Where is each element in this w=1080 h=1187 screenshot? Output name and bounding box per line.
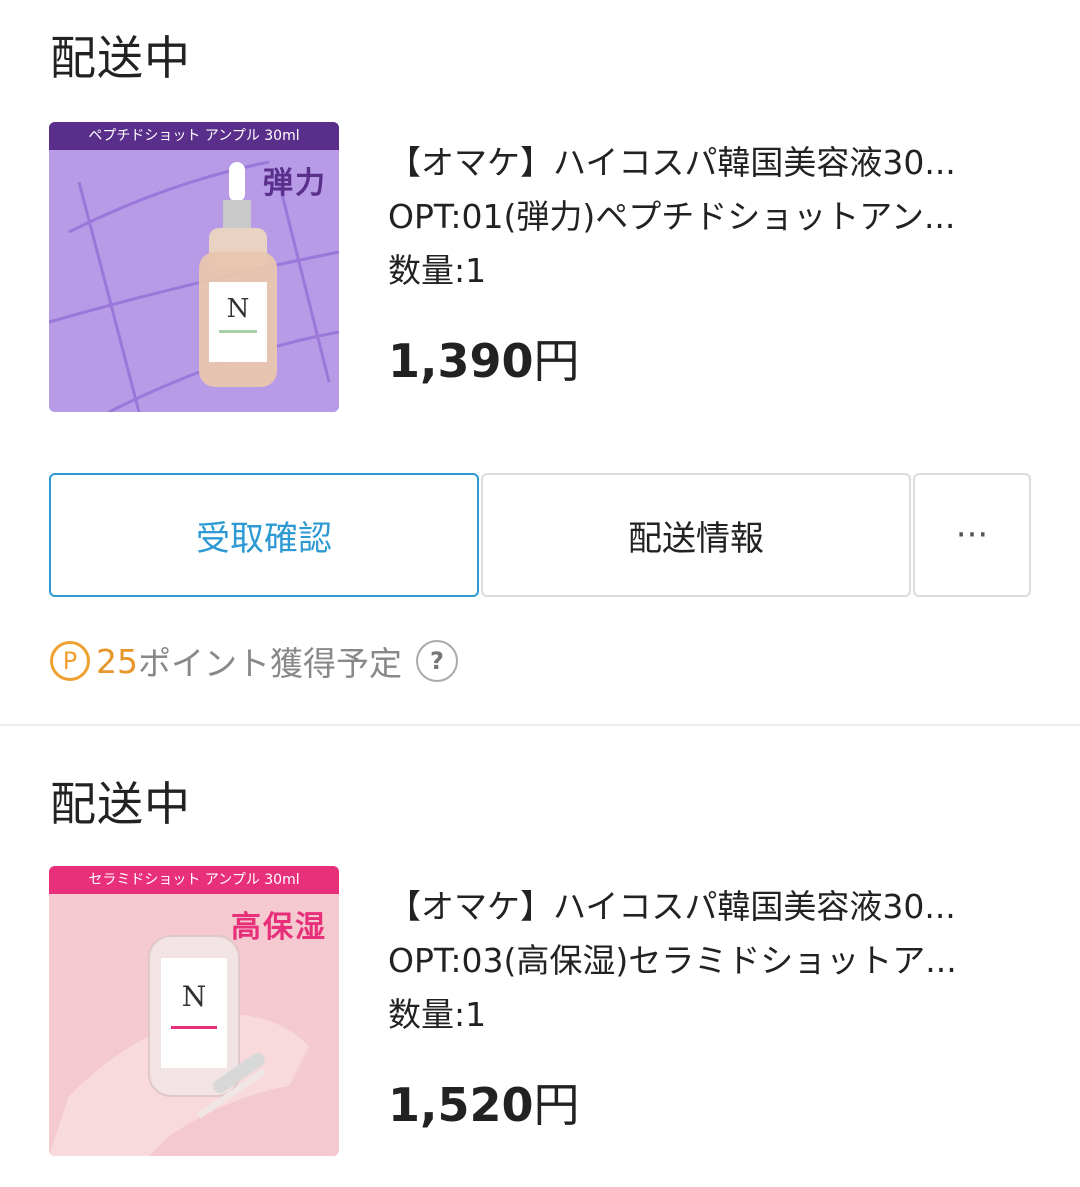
- product-info[interactable]: 【オマケ】ハイコスパ韓国美容液30... OPT:03(高保湿)セラミドショット…: [388, 880, 1028, 1042]
- price-amount: 1,390: [388, 334, 534, 388]
- product-image[interactable]: N セラミドショット アンプル 30ml 高保湿: [49, 866, 339, 1156]
- product-price: 1,390円: [388, 325, 580, 391]
- product-option: OPT:03(高保湿)セラミドショットア...: [388, 941, 957, 980]
- product-image-banner: ペプチドショット アンプル 30ml: [49, 122, 339, 150]
- order-status: 配送中: [50, 31, 191, 85]
- svg-text:N: N: [227, 294, 250, 324]
- product-price: 1,520円: [388, 1069, 580, 1135]
- product-image-tag: 高保湿: [231, 910, 327, 945]
- product-info[interactable]: 【オマケ】ハイコスパ韓国美容液30... OPT:01(弾力)ペプチドショットア…: [388, 136, 1028, 298]
- product-image-tag: 弾力: [263, 166, 327, 201]
- product-title: 【オマケ】ハイコスパ韓国美容液30...: [388, 143, 956, 182]
- product-image-banner: セラミドショット アンプル 30ml: [49, 866, 339, 894]
- product-option: OPT:01(弾力)ペプチドショットアン...: [388, 197, 956, 236]
- points-text: ポイント獲得予定: [138, 644, 402, 683]
- price-unit: 円: [533, 334, 580, 388]
- price-amount: 1,520: [388, 1078, 534, 1132]
- product-image[interactable]: N ペプチドショット アンプル 30ml 弾力: [49, 122, 339, 412]
- section-divider: [0, 724, 1080, 726]
- order-status: 配送中: [50, 777, 191, 831]
- points-amount: 25: [96, 641, 138, 681]
- confirm-receipt-button[interactable]: 受取確認: [49, 473, 479, 597]
- product-title: 【オマケ】ハイコスパ韓国美容液30...: [388, 887, 956, 926]
- points-icon: P: [50, 641, 90, 681]
- price-unit: 円: [533, 1078, 580, 1132]
- more-options-button[interactable]: ···: [913, 473, 1031, 597]
- delivery-info-button[interactable]: 配送情報: [481, 473, 911, 597]
- help-icon[interactable]: ?: [416, 640, 458, 682]
- product-quantity: 数量:1: [388, 251, 487, 290]
- product-quantity: 数量:1: [388, 995, 487, 1034]
- points-info: P 25 ポイント獲得予定 ?: [50, 637, 458, 685]
- svg-text:N: N: [182, 980, 207, 1013]
